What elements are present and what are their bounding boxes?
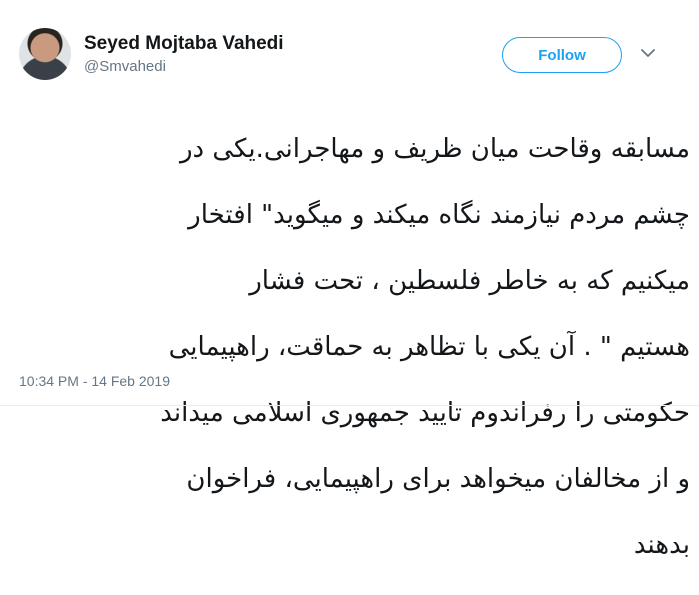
- tweet-text-line: حکومتی را رفراندوم تایید جمهوری اسلامی م…: [160, 398, 690, 428]
- avatar[interactable]: [19, 28, 71, 80]
- tweet-text-line: مسابقه وقاحت میان ظریف و مهاجرانی.یکی در: [179, 134, 690, 164]
- divider: [0, 405, 699, 406]
- tweet-text-line: بدهند: [633, 530, 690, 560]
- chevron-down-icon[interactable]: [640, 45, 656, 61]
- tweet-text: مسابقه وقاحت میان ظریف و مهاجرانی.یکی در…: [10, 100, 690, 595]
- tweet-text-line: میکنیم که به خاطر فلسطین ، تحت فشار: [249, 266, 690, 296]
- tweet-header: Seyed Mojtaba Vahedi @Smvahedi Follow: [0, 0, 699, 90]
- tweet-text-line: هستیم " . آن یکی با تظاهر به حماقت، راهپ…: [168, 332, 690, 362]
- author-name[interactable]: Seyed Mojtaba Vahedi: [84, 33, 284, 55]
- author-handle[interactable]: @Smvahedi: [84, 58, 166, 75]
- tweet-text-line: چشم مردم نیازمند نگاه میکند و میگوید" اف…: [188, 200, 690, 230]
- tweet-text-line: و از مخالفان میخواهد برای راهپیمایی، فرا…: [186, 464, 690, 494]
- follow-button[interactable]: Follow: [502, 37, 622, 73]
- tweet-timestamp[interactable]: 10:34 PM - 14 Feb 2019: [19, 373, 170, 389]
